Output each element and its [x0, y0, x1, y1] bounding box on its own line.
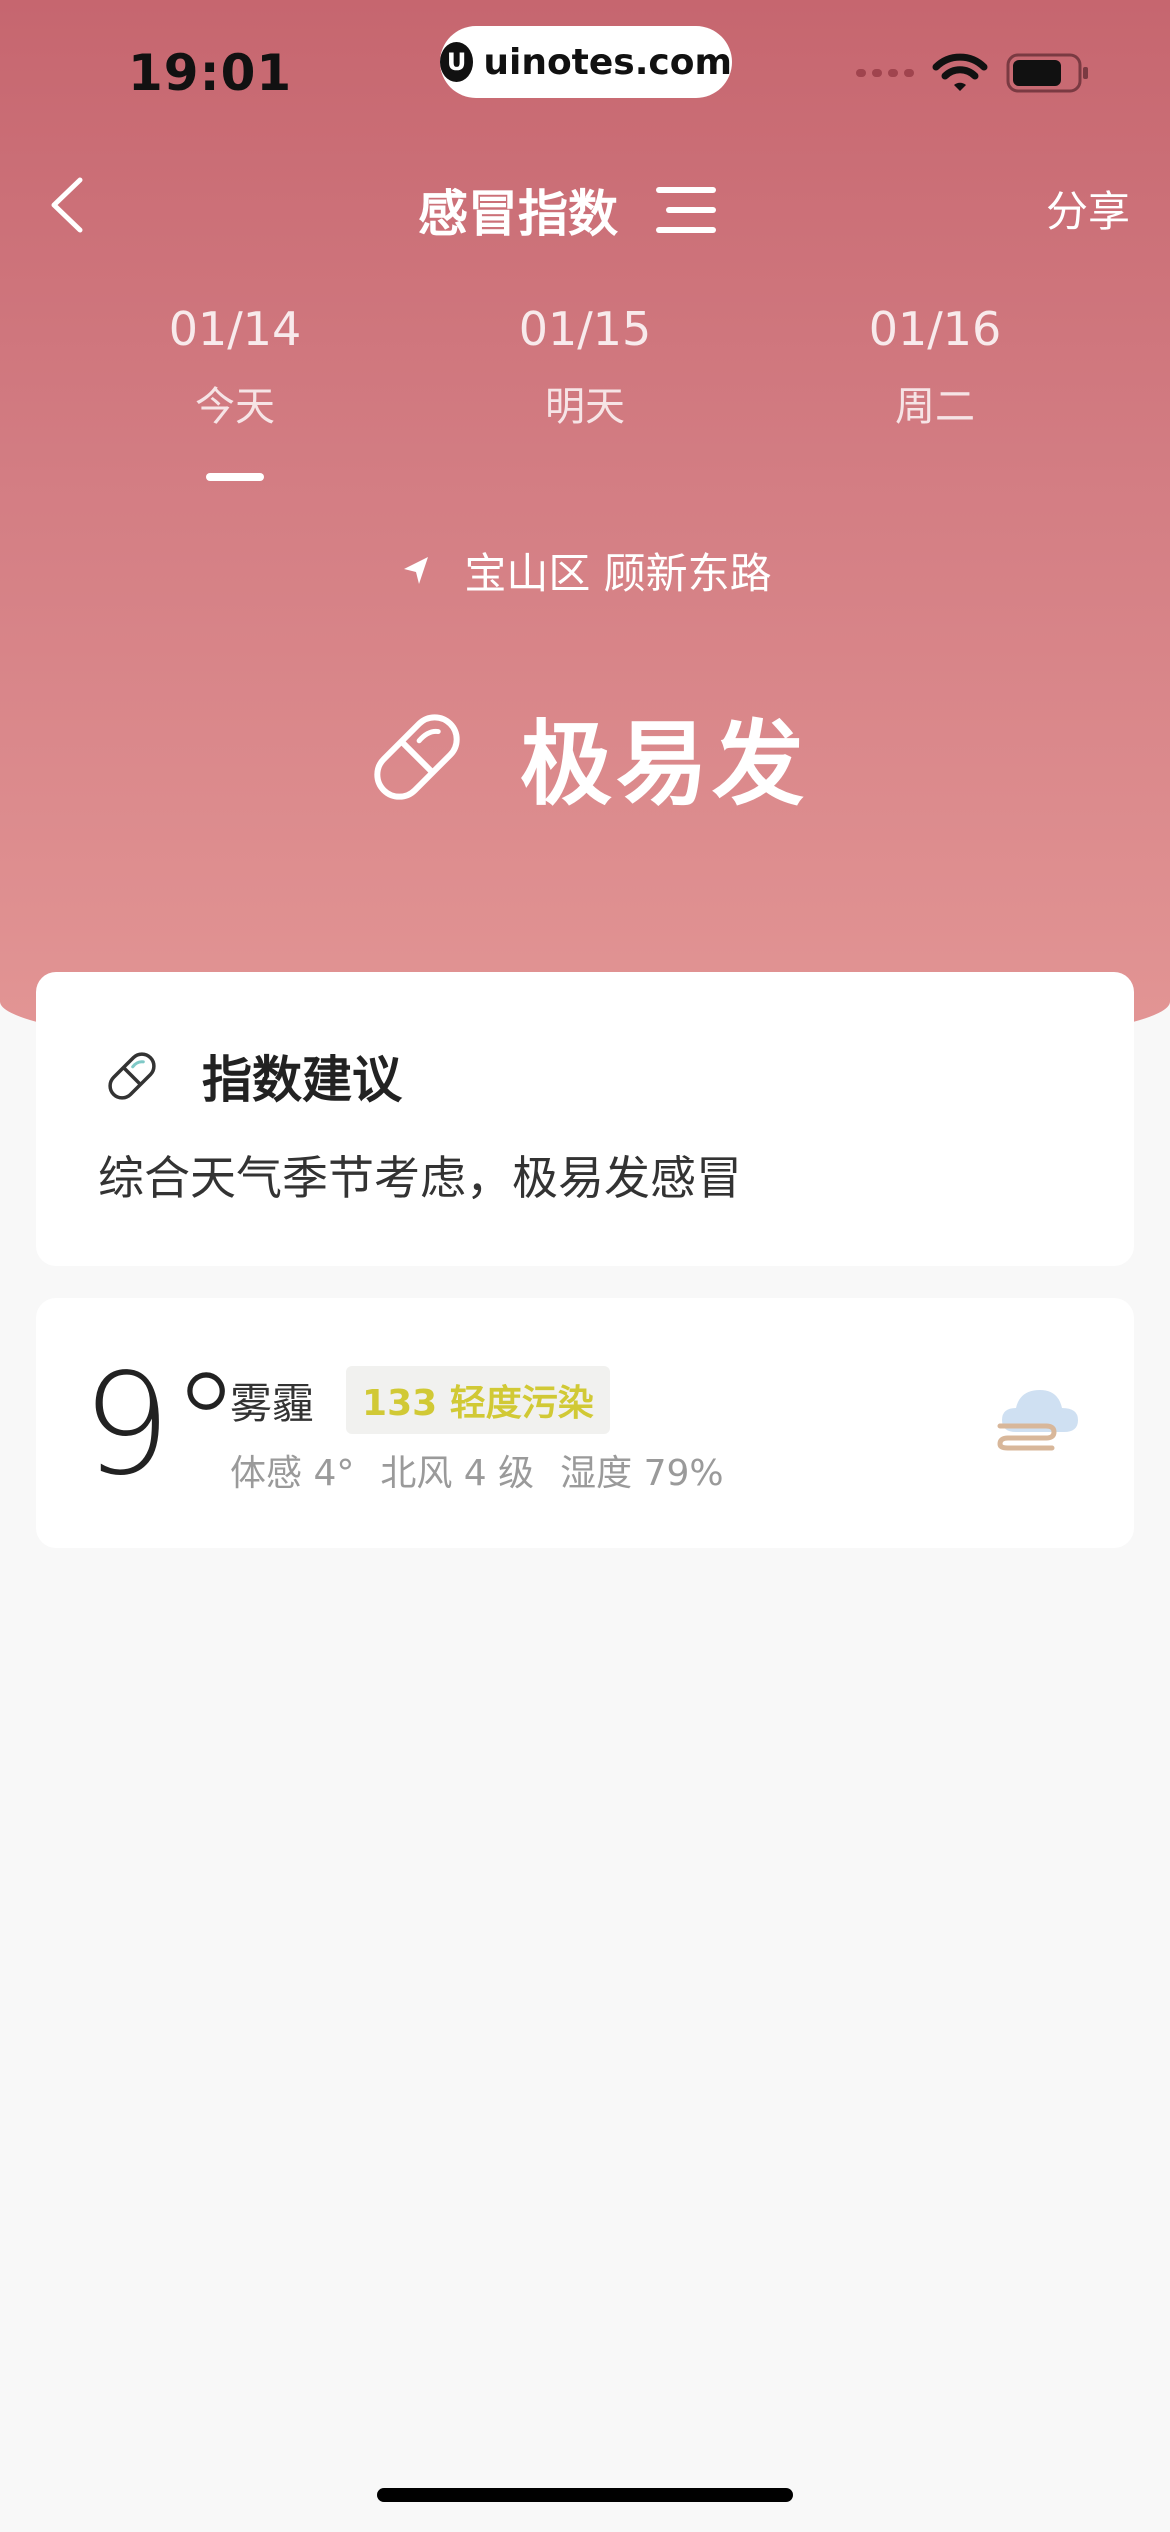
page-title: 感冒指数 [418, 185, 618, 243]
tab-date: 01/15 [518, 302, 652, 356]
battery-icon [1006, 53, 1088, 93]
tab-date-0[interactable]: 01/14 今天 [115, 302, 355, 432]
tab-date-1[interactable]: 01/15 明天 [465, 302, 705, 432]
wifi-icon [932, 53, 988, 91]
tab-selected-indicator [206, 473, 264, 481]
wind: 北风 4 级 [380, 1453, 535, 1494]
humidity: 湿度 79% [560, 1453, 724, 1494]
index-level: 极易发 [519, 711, 808, 818]
temperature: 9° [82, 1344, 242, 1507]
tab-label: 周二 [895, 384, 975, 430]
status-icons [856, 52, 1090, 94]
share-button[interactable]: 分享 [1046, 178, 1130, 239]
back-icon[interactable] [40, 170, 100, 240]
tab-date-2[interactable]: 01/16 周二 [815, 302, 1055, 432]
advice-title: 指数建议 [202, 1051, 402, 1109]
tab-label: 今天 [195, 384, 275, 430]
location-arrow-icon [404, 556, 429, 584]
index-status: 极易发 [0, 690, 1170, 823]
location-row[interactable]: 宝山区 顾新东路 [0, 540, 1170, 601]
tab-date: 01/16 [868, 302, 1002, 356]
location-text: 宝山区 顾新东路 [464, 549, 772, 598]
home-indicator[interactable] [377, 2488, 793, 2502]
advice-text: 综合天气季节考虑，极易发感冒 [98, 1151, 742, 1205]
status-time: 19:01 [128, 44, 293, 102]
advice-card: 指数建议 综合天气季节考虑，极易发感冒 [36, 972, 1134, 1266]
url-pill[interactable]: U uinotes.com [440, 26, 732, 98]
condition-row: 雾霾 133 轻度污染 [230, 1366, 610, 1434]
tab-date: 01/14 [168, 302, 302, 356]
pill-icon [374, 713, 460, 800]
uinotes-logo-icon: U [440, 42, 474, 82]
weather-condition: 雾霾 [230, 1378, 315, 1428]
weather-card[interactable]: 9° 雾霾 133 轻度污染 体感 4° 北风 4 级 湿度 79% [36, 1298, 1134, 1548]
menu-icon[interactable] [654, 183, 718, 237]
advice-header: 指数建议 [102, 1040, 402, 1112]
nav-bar: 感冒指数 分享 [0, 160, 1170, 250]
tab-label: 明天 [545, 384, 625, 430]
weather-details: 体感 4° 北风 4 级 湿度 79% [230, 1444, 724, 1496]
url-text: uinotes.com [483, 41, 732, 83]
aqi-badge: 133 轻度污染 [346, 1366, 610, 1434]
nav-title-group[interactable]: 感冒指数 [418, 174, 718, 246]
header-background [0, 0, 1170, 1060]
pill-icon [108, 1052, 156, 1100]
haze-cloud-icon [997, 1390, 1078, 1451]
signal-icon [856, 69, 914, 77]
feels-like: 体感 4° [230, 1453, 355, 1494]
